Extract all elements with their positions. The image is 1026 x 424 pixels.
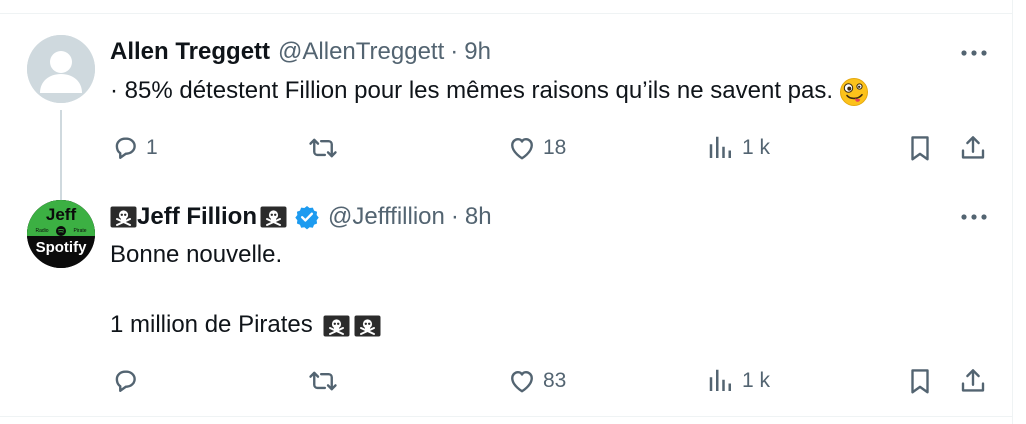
tweet-text-body: 1 million de Pirates [110,311,313,338]
bookmark-icon [905,133,935,163]
views-count: 1 k [742,369,771,392]
bookmark-button[interactable] [905,366,935,396]
more-options-button[interactable] [957,43,991,63]
tweet-text-body: · 85% détestent Fillion pour les mêmes r… [110,77,834,104]
svg-text:Pirate: Pirate [73,228,86,234]
tweet-text-line: Bonne nouvelle. [110,241,283,268]
bookmark-button[interactable] [905,133,935,163]
tweet-jeff-fillion[interactable]: Jeff Radio Pirate Spotify Jeff Fillion @… [0,184,1012,416]
timestamp[interactable]: 8h [465,203,492,231]
more-options-button[interactable] [957,207,991,227]
display-name[interactable]: Allen Treggett [110,38,270,66]
share-icon [958,366,988,396]
user-handle[interactable]: @Jefffillion [328,203,445,231]
views-button[interactable]: 1 k [706,366,770,396]
bottom-divider [0,416,1012,417]
pirate-flag-icon [260,206,287,228]
spotify-avatar-icon: Jeff Radio Pirate Spotify [27,200,95,268]
share-button[interactable] [958,366,988,396]
retweet-button[interactable] [308,366,344,396]
share-button[interactable] [958,133,988,163]
views-icon [706,366,736,396]
views-icon [706,133,736,163]
like-icon [507,133,537,163]
tweet-text: · 85% détestent Fillion pour les mêmes r… [110,74,869,108]
tweet-header: Allen Treggett @AllenTreggett · 9h [110,36,491,68]
display-name[interactable]: Jeff Fillion [137,203,257,231]
timestamp[interactable]: 9h [464,38,491,66]
bookmark-icon [905,366,935,396]
separator: · [450,38,459,65]
separator: · [450,203,459,230]
avatar-jeff[interactable]: Jeff Radio Pirate Spotify [27,200,95,268]
zany-face-icon [840,77,869,106]
views-button[interactable]: 1 k [706,133,770,163]
verified-icon[interactable] [294,204,320,230]
tweet-text-line: 1 million de Pirates [110,308,381,342]
like-icon [507,366,537,396]
views-count: 1 k [742,136,771,159]
pirate-flag-icon [110,206,137,228]
svg-text:Radio: Radio [35,228,48,234]
pirate-flag-icon [323,315,350,337]
reply-button[interactable]: 1 [110,133,158,163]
avatar-allen[interactable] [27,35,95,103]
default-avatar-icon [27,35,95,103]
like-count: 18 [543,136,567,159]
like-count: 83 [543,369,567,392]
svg-text:Jeff: Jeff [46,205,77,224]
retweet-icon [308,366,338,396]
retweet-icon [308,133,338,163]
right-border [1012,0,1013,424]
reply-button[interactable] [110,366,146,396]
more-icon [957,43,991,63]
reply-icon [110,366,140,396]
reply-icon [110,133,140,163]
more-icon [957,207,991,227]
like-button[interactable]: 18 [507,133,566,163]
svg-text:Spotify: Spotify [36,239,87,256]
like-button[interactable]: 83 [507,366,566,396]
pirate-flag-icon [354,315,381,337]
tweet-header: Jeff Fillion @Jefffillion · 8h [110,201,492,233]
tweet-allen-treggett[interactable]: Allen Treggett @AllenTreggett · 9h · 85%… [0,14,1012,208]
retweet-button[interactable] [308,133,344,163]
user-handle[interactable]: @AllenTreggett [278,38,444,66]
reply-count: 1 [146,136,158,159]
share-icon [958,133,988,163]
